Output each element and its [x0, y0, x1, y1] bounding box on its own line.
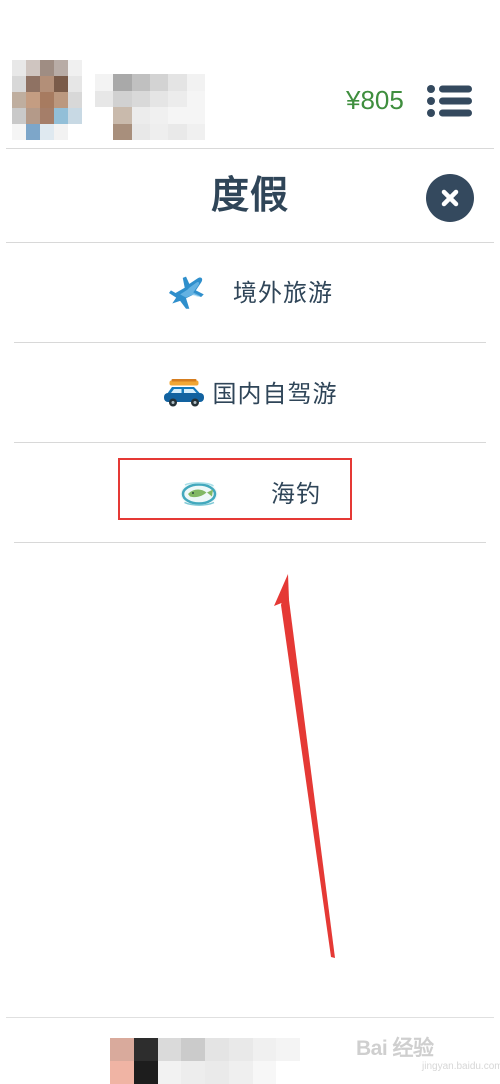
list-menu-icon[interactable]	[426, 84, 474, 118]
mobile-screen: ¥805 度假 境外旅游 国内自驾游 海钓 Bai 经验 jingyan.bai…	[0, 0, 500, 1084]
menu-item-label: 境外旅游	[233, 279, 333, 307]
menu-item-label: 海钓	[271, 480, 321, 508]
menu-divider	[14, 442, 486, 443]
menu-item-sea-fishing[interactable]: 海钓	[14, 445, 486, 543]
menu-item-label: 国内自驾游	[212, 380, 338, 408]
baidu-jingyan-watermark: Bai 经验 jingyan.baidu.com	[348, 1030, 500, 1074]
airplane-icon	[167, 272, 209, 314]
menu-item-domestic-road-trip[interactable]: 国内自驾游	[14, 345, 486, 443]
bottom-blurred-content	[110, 1038, 300, 1084]
avatar[interactable]	[12, 60, 82, 140]
car-with-luggage-icon	[163, 378, 205, 410]
bottom-divider	[6, 1017, 494, 1018]
panel-title: 度假	[210, 173, 289, 217]
balance-amount: ¥805	[346, 85, 404, 115]
close-icon	[441, 189, 459, 207]
fishing-icon	[179, 480, 219, 508]
watermark-subtext: jingyan.baidu.com	[422, 1061, 500, 1072]
top-bar: ¥805	[0, 0, 500, 150]
menu-divider	[14, 542, 486, 543]
top-divider	[6, 148, 494, 149]
title-divider	[6, 242, 494, 243]
menu-divider	[14, 342, 486, 343]
menu-item-overseas-travel[interactable]: 境外旅游	[14, 244, 486, 342]
user-info-blurred	[95, 74, 205, 140]
watermark-text: Bai 经验	[356, 1037, 434, 1060]
close-button[interactable]	[426, 174, 474, 222]
